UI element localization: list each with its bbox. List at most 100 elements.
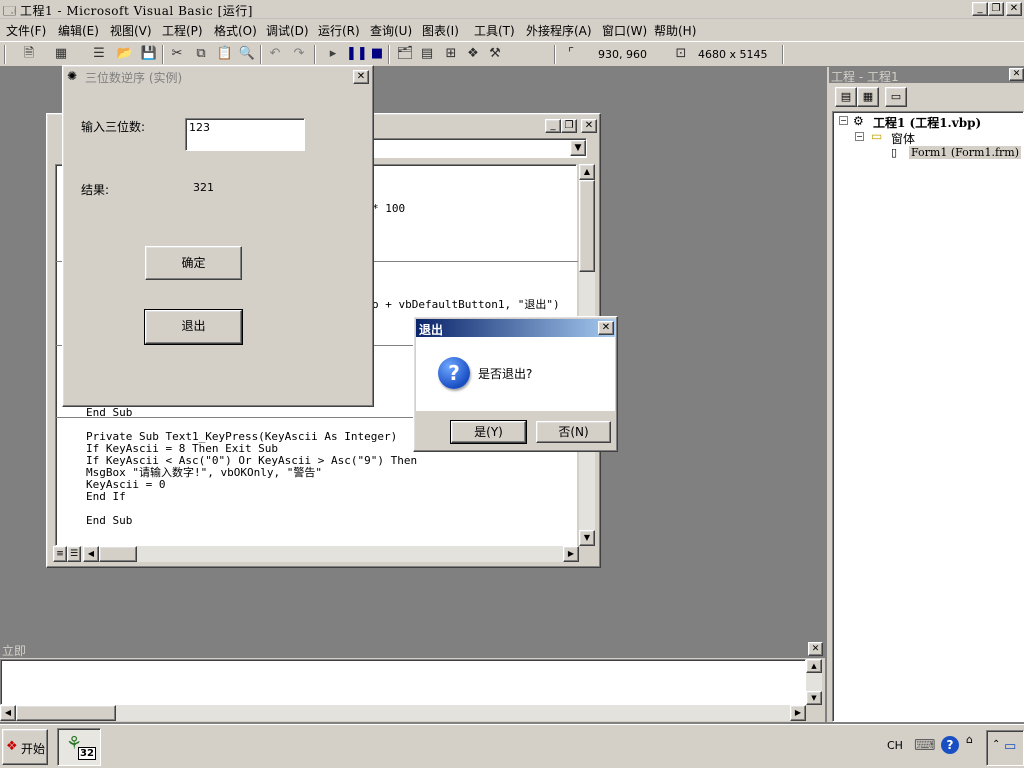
immediate-hscrollbar[interactable]: ◀ ▶ — [0, 705, 806, 721]
form-window: ✺ 三位数逆序 (实例) ✕ 输入三位数: 结果: 321 确定 退出 — [62, 65, 374, 407]
title-bar: 🗔 工程1 - Microsoft Visual Basic [运行] _ ❐ … — [0, 0, 1024, 19]
procedure-dropdown[interactable]: ▼ — [357, 138, 587, 158]
cut-icon[interactable]: ✂ — [168, 45, 186, 63]
project-explorer-close-button[interactable]: ✕ — [1009, 68, 1024, 81]
toolbar-separator — [554, 45, 556, 64]
menu-tools[interactable]: 工具(T) — [474, 22, 515, 39]
scroll-left-icon[interactable]: ◀ — [0, 705, 16, 721]
form-file-icon: ▯ — [891, 146, 898, 159]
code-line: End Sub — [86, 406, 133, 419]
immediate-close-button[interactable]: ✕ — [808, 642, 823, 656]
minimize-button[interactable]: _ — [972, 2, 988, 16]
run-icon[interactable]: ▸ — [324, 45, 342, 63]
chevron-up-icon[interactable]: ⌃ — [992, 739, 1000, 750]
menu-editor-icon[interactable]: ☰ — [90, 45, 108, 63]
scroll-thumb[interactable] — [579, 180, 595, 272]
find-icon[interactable]: 🔍 — [238, 45, 256, 63]
pause-icon[interactable]: ❚❚ — [346, 45, 368, 63]
exit-button[interactable]: 退出 — [144, 309, 243, 345]
ime-options-icon[interactable]: ⌂ — [966, 733, 973, 746]
help-icon[interactable]: ? — [941, 736, 959, 754]
menu-project[interactable]: 工程(P) — [162, 22, 203, 39]
form-close-button[interactable]: ✕ — [353, 70, 369, 84]
project-explorer-title: 工程 - 工程1 — [831, 70, 899, 84]
yes-button[interactable]: 是(Y) — [450, 420, 527, 444]
code-horizontal-scrollbar[interactable]: ≡ ☰ ◀ ▶ — [53, 546, 579, 562]
form-layout-icon[interactable]: ⊞ — [442, 45, 460, 63]
input-language-indicator[interactable]: CH — [887, 739, 903, 752]
question-icon: ? — [438, 357, 470, 389]
view-code-icon[interactable]: ▤ — [835, 87, 857, 107]
project-root-label[interactable]: 工程1 (工程1.vbp) — [873, 114, 981, 131]
view-object-icon[interactable]: ▦ — [857, 87, 879, 107]
scroll-right-icon[interactable]: ▶ — [563, 546, 579, 562]
immediate-vscrollbar[interactable]: ▲ ▼ — [806, 659, 822, 705]
undo-icon[interactable]: ↶ — [266, 45, 284, 63]
add-form-icon[interactable]: ▦ — [52, 45, 70, 63]
code-line: End Sub — [86, 514, 133, 527]
menu-addins[interactable]: 外接程序(A) — [526, 22, 592, 39]
number-input[interactable] — [185, 118, 305, 151]
form1-tree-item[interactable]: Form1 (Form1.frm) — [909, 146, 1022, 159]
paste-icon[interactable]: 📋 — [216, 45, 234, 63]
restore-button[interactable]: ❐ — [988, 2, 1004, 16]
scroll-down-icon[interactable]: ▼ — [806, 691, 822, 705]
task-button-vb[interactable]: ⚘ 32 — [57, 728, 101, 766]
collapse-folder-icon[interactable]: − — [855, 132, 864, 141]
scroll-right-icon[interactable]: ▶ — [790, 705, 806, 721]
menu-query[interactable]: 查询(U) — [370, 22, 412, 39]
menu-diagram[interactable]: 图表(I) — [422, 22, 459, 39]
system-tray: ⌃ ▭ — [986, 730, 1024, 766]
scroll-up-icon[interactable]: ▲ — [806, 659, 822, 673]
hscroll-thumb[interactable] — [16, 705, 116, 721]
dialog-close-button[interactable]: ✕ — [598, 321, 614, 335]
full-module-view-icon[interactable]: ☰ — [67, 546, 81, 562]
open-icon[interactable]: 📂 — [116, 45, 134, 63]
add-project-icon[interactable]: 🗎 — [20, 45, 38, 63]
code-minimize-button[interactable]: _ — [545, 119, 561, 133]
folder-icon: ▭ — [871, 129, 883, 143]
windows-logo-icon: ❖ — [6, 739, 18, 754]
start-button[interactable]: ❖ 开始 — [2, 729, 48, 765]
forms-folder-label[interactable]: 窗体 — [891, 130, 915, 147]
network-icon[interactable]: ▭ — [1004, 739, 1016, 754]
menu-file[interactable]: 文件(F) — [6, 22, 46, 39]
scroll-left-icon[interactable]: ◀ — [83, 546, 99, 562]
code-line: o + vbDefaultButton1, "退出") — [372, 298, 560, 311]
menu-window[interactable]: 窗口(W) — [602, 22, 647, 39]
scroll-up-icon[interactable]: ▲ — [579, 164, 595, 180]
menu-edit[interactable]: 编辑(E) — [58, 22, 99, 39]
hscroll-thumb[interactable] — [99, 546, 137, 562]
keyboard-icon[interactable]: ⌨ — [914, 736, 936, 754]
copy-icon[interactable]: ⧉ — [192, 45, 210, 63]
immediate-input[interactable] — [0, 659, 806, 705]
object-browser-icon[interactable]: ❖ — [464, 45, 482, 63]
collapse-root-icon[interactable]: − — [839, 116, 848, 125]
scroll-down-icon[interactable]: ▼ — [579, 530, 595, 546]
menu-help[interactable]: 帮助(H) — [654, 22, 696, 39]
close-button[interactable]: ✕ — [1006, 2, 1022, 16]
stop-icon[interactable]: ■ — [368, 45, 386, 63]
menu-view[interactable]: 视图(V) — [110, 22, 152, 39]
immediate-window: 立即 ✕ ▲ ▼ ◀ ▶ — [0, 641, 825, 722]
menu-run[interactable]: 运行(R) — [318, 22, 360, 39]
code-close-button[interactable]: ✕ — [581, 119, 597, 133]
chevron-down-icon[interactable]: ▼ — [570, 140, 586, 156]
start-label: 开始 — [21, 742, 46, 756]
properties-icon[interactable]: ▤ — [418, 45, 436, 63]
toolbar-separator — [260, 45, 262, 64]
toolbar-separator — [782, 45, 784, 64]
ok-button[interactable]: 确定 — [145, 246, 242, 280]
toolbox-icon[interactable]: ⚒ — [486, 45, 504, 63]
procedure-view-icon[interactable]: ≡ — [53, 546, 67, 562]
redo-icon[interactable]: ↷ — [290, 45, 308, 63]
menu-debug[interactable]: 调试(D) — [266, 22, 309, 39]
menu-format[interactable]: 格式(O) — [214, 22, 257, 39]
toggle-folders-icon[interactable]: ▭ — [885, 87, 907, 107]
project-explorer-icon[interactable]: 🗂 — [396, 45, 414, 63]
form-caption: ✺ 三位数逆序 (实例) ✕ — [65, 68, 371, 86]
dialog-message: 是否退出? — [478, 367, 533, 381]
save-icon[interactable]: 💾 — [140, 45, 158, 63]
no-button[interactable]: 否(N) — [536, 421, 611, 443]
code-restore-button[interactable]: ❐ — [561, 119, 577, 133]
